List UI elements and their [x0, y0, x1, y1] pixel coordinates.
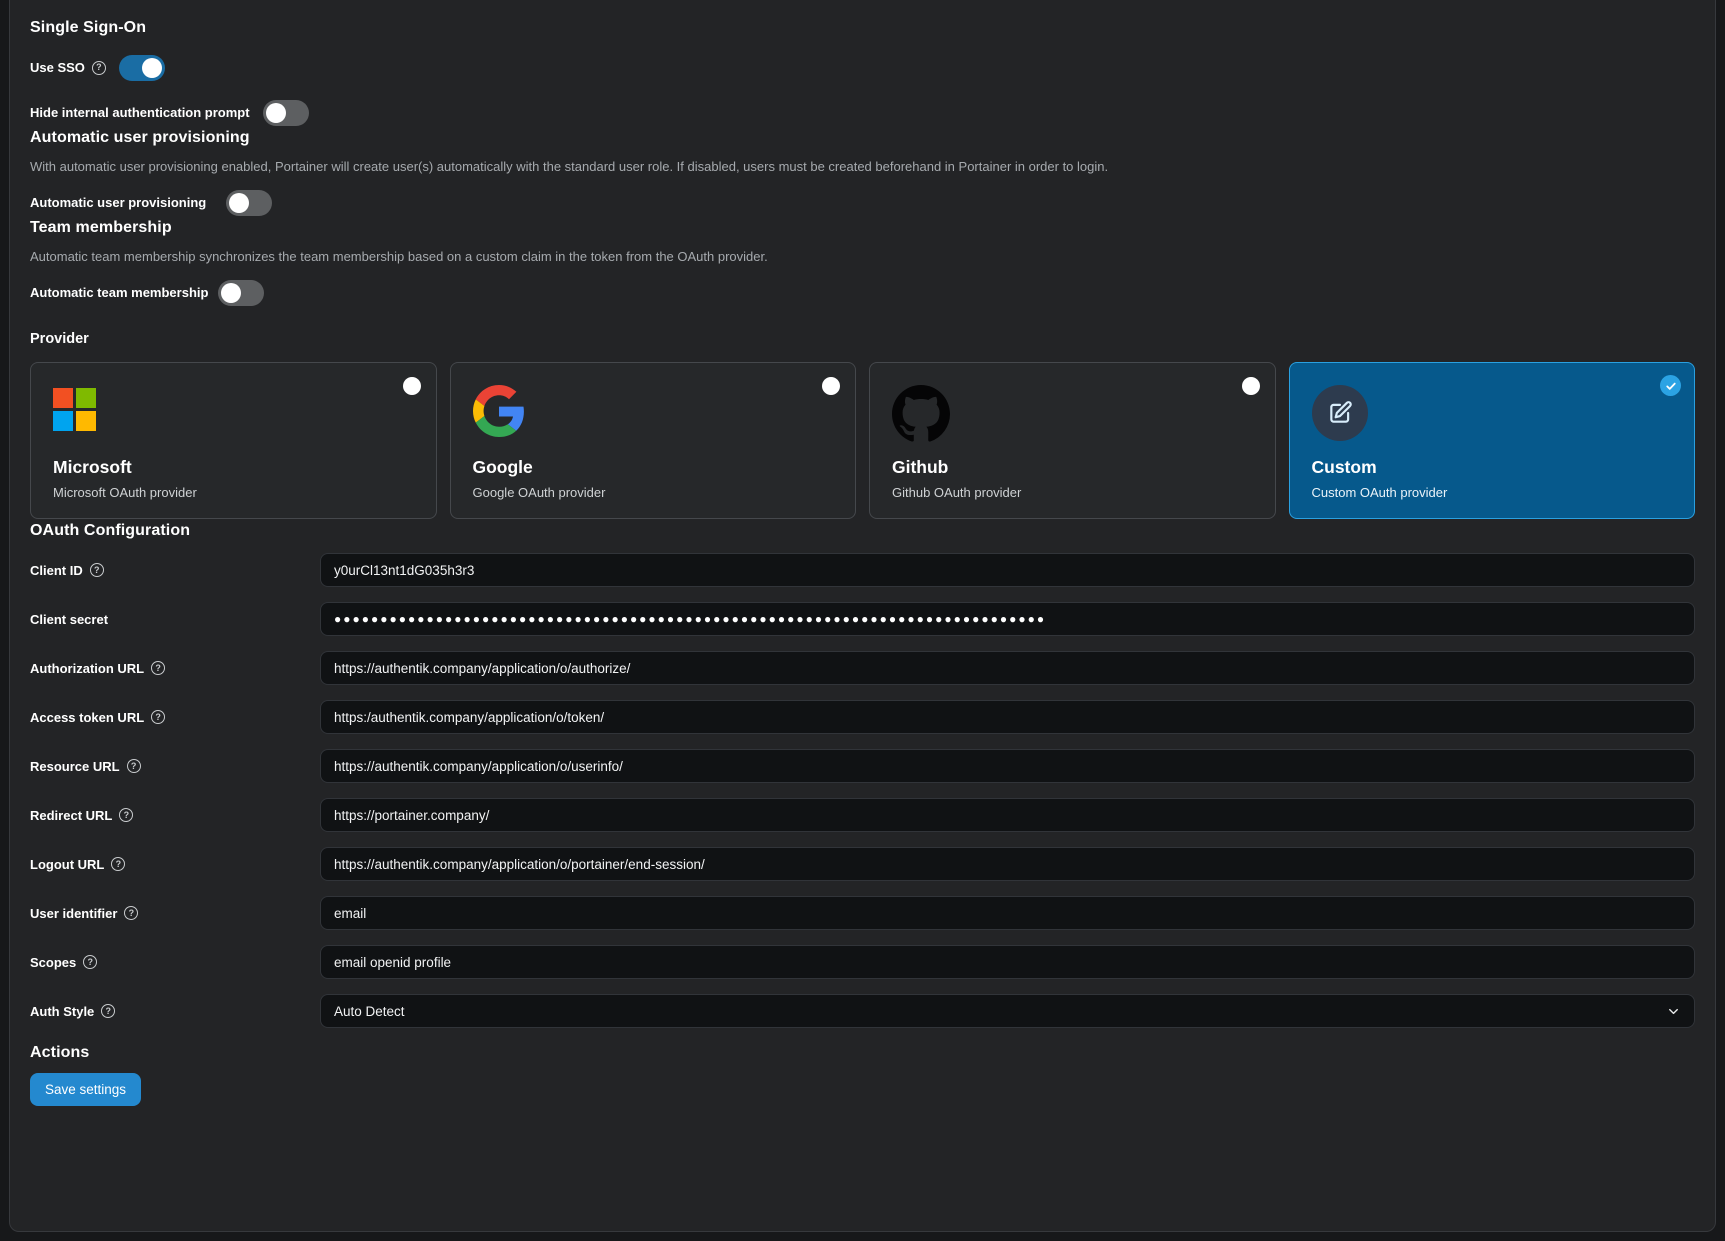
auto-provisioning-label: Automatic user provisioning [30, 195, 206, 210]
provider-card-microsoft[interactable]: Microsoft Microsoft OAuth provider [30, 362, 437, 519]
oauth-configuration-heading: OAuth Configuration [30, 521, 1695, 541]
provider-heading: Provider [30, 330, 1695, 348]
google-logo-icon [473, 385, 525, 442]
use-sso-row: Use SSO ? [30, 54, 1695, 81]
help-icon[interactable]: ? [83, 955, 97, 969]
scopes-row: Scopes ? [30, 945, 1695, 979]
client-id-input[interactable] [320, 553, 1695, 587]
help-icon[interactable]: ? [151, 710, 165, 724]
access-token-url-row: Access token URL ? [30, 700, 1695, 734]
user-identifier-input[interactable] [320, 896, 1695, 930]
provider-cards: Microsoft Microsoft OAuth provider Googl… [30, 362, 1695, 519]
settings-panel: Single Sign-On Use SSO ? Hide internal a… [9, 0, 1716, 1232]
scopes-label: Scopes [30, 955, 76, 970]
selected-check-icon [1660, 375, 1681, 396]
team-membership-label: Automatic team membership [30, 285, 208, 300]
redirect-url-input[interactable] [320, 798, 1695, 832]
user-identifier-label: User identifier [30, 906, 117, 921]
toggle-knob [221, 283, 241, 303]
toggle-knob [266, 103, 286, 123]
client-secret-row: Client secret [30, 602, 1695, 636]
user-identifier-row: User identifier ? [30, 896, 1695, 930]
github-logo-icon [892, 385, 950, 448]
help-icon[interactable]: ? [90, 563, 104, 577]
access-token-url-label: Access token URL [30, 710, 144, 725]
provider-card-subtitle: Custom OAuth provider [1312, 485, 1673, 501]
resource-url-label: Resource URL [30, 759, 120, 774]
help-icon[interactable]: ? [124, 906, 138, 920]
resource-url-input[interactable] [320, 749, 1695, 783]
auto-provisioning-toggle[interactable] [226, 190, 272, 216]
chevron-down-icon [1666, 1004, 1681, 1019]
hide-internal-auth-prompt-label: Hide internal authentication prompt [30, 105, 250, 120]
provider-card-title: Github [892, 456, 1253, 478]
team-membership-description: Automatic team membership synchronizes t… [30, 248, 1695, 265]
authorization-url-label: Authorization URL [30, 661, 144, 676]
provider-card-subtitle: Google OAuth provider [473, 485, 834, 501]
client-id-row: Client ID ? [30, 553, 1695, 587]
authorization-url-input[interactable] [320, 651, 1695, 685]
scopes-input[interactable] [320, 945, 1695, 979]
provider-card-github[interactable]: Github Github OAuth provider [869, 362, 1276, 519]
radio-unselected-icon[interactable] [822, 377, 840, 395]
team-membership-heading: Team membership [30, 218, 1695, 238]
help-icon[interactable]: ? [127, 759, 141, 773]
team-membership-toggle[interactable] [218, 280, 264, 306]
save-settings-button[interactable]: Save settings [30, 1073, 141, 1106]
provider-card-custom[interactable]: Custom Custom OAuth provider [1289, 362, 1696, 519]
provider-card-title: Custom [1312, 456, 1673, 478]
oauth-fields: Client ID ? Client secret Authorization … [30, 553, 1695, 1028]
logout-url-label: Logout URL [30, 857, 104, 872]
provider-card-google[interactable]: Google Google OAuth provider [450, 362, 857, 519]
help-icon[interactable]: ? [101, 1004, 115, 1018]
auto-provisioning-description: With automatic user provisioning enabled… [30, 158, 1695, 175]
use-sso-label: Use SSO [30, 60, 85, 75]
help-icon[interactable]: ? [111, 857, 125, 871]
redirect-url-row: Redirect URL ? [30, 798, 1695, 832]
provider-card-subtitle: Github OAuth provider [892, 485, 1253, 501]
provider-card-subtitle: Microsoft OAuth provider [53, 485, 414, 501]
auth-style-selected-value: Auto Detect [334, 1004, 405, 1019]
help-icon[interactable]: ? [92, 61, 106, 75]
actions-heading: Actions [30, 1043, 1695, 1063]
radio-unselected-icon[interactable] [1242, 377, 1260, 395]
provider-card-title: Microsoft [53, 456, 414, 478]
auth-style-row: Auth Style ? Auto Detect [30, 994, 1695, 1028]
hide-internal-auth-prompt-toggle[interactable] [263, 100, 309, 126]
microsoft-logo-icon [53, 388, 96, 431]
toggle-knob [229, 193, 249, 213]
logout-url-row: Logout URL ? [30, 847, 1695, 881]
toggle-knob [142, 58, 162, 78]
hide-prompt-row: Hide internal authentication prompt [30, 99, 1695, 126]
auto-provisioning-heading: Automatic user provisioning [30, 128, 1695, 148]
auto-provisioning-row: Automatic user provisioning [30, 189, 1695, 216]
access-token-url-input[interactable] [320, 700, 1695, 734]
sso-heading: Single Sign-On [30, 18, 1695, 38]
radio-unselected-icon[interactable] [403, 377, 421, 395]
logout-url-input[interactable] [320, 847, 1695, 881]
team-membership-row: Automatic team membership [30, 279, 1695, 306]
auth-style-select[interactable]: Auto Detect [320, 994, 1695, 1028]
help-icon[interactable]: ? [151, 661, 165, 675]
client-secret-label: Client secret [30, 612, 108, 627]
redirect-url-label: Redirect URL [30, 808, 112, 823]
provider-card-title: Google [473, 456, 834, 478]
client-secret-input[interactable] [320, 602, 1695, 636]
use-sso-toggle[interactable] [119, 55, 165, 81]
authorization-url-row: Authorization URL ? [30, 651, 1695, 685]
resource-url-row: Resource URL ? [30, 749, 1695, 783]
auth-style-label: Auth Style [30, 1004, 94, 1019]
help-icon[interactable]: ? [119, 808, 133, 822]
client-id-label: Client ID [30, 563, 83, 578]
custom-edit-icon [1312, 385, 1368, 441]
